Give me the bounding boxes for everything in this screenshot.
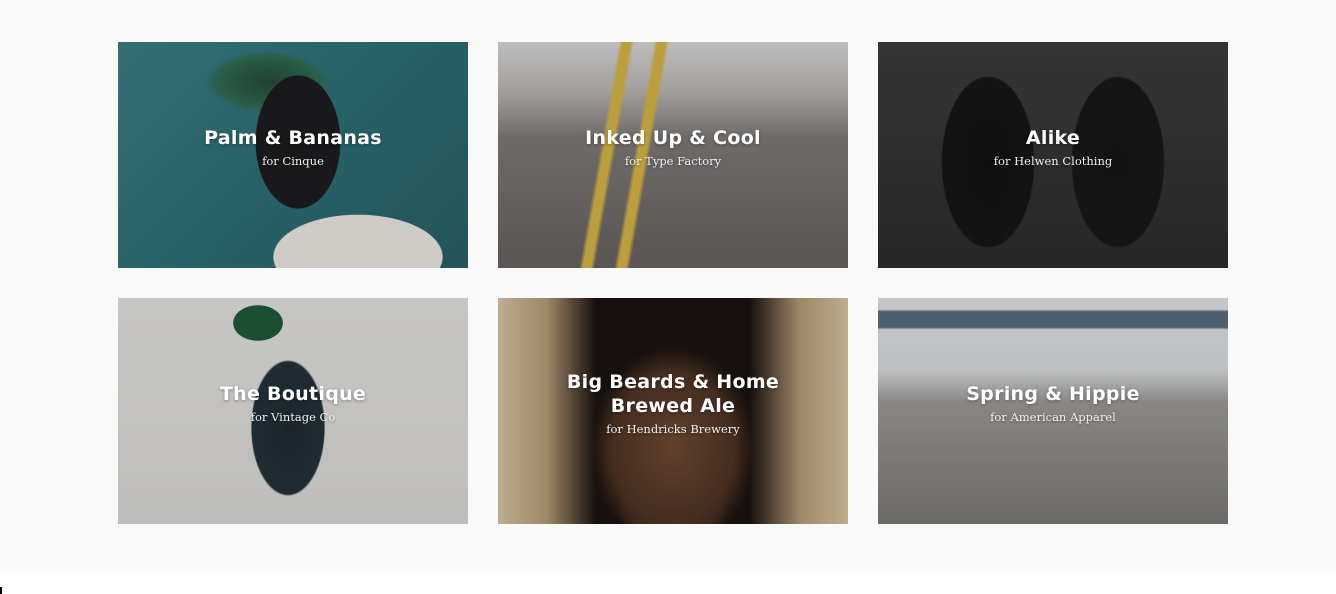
portfolio-title: Alike [1025,127,1081,149]
portfolio-client: for Hendricks Brewery [606,422,740,436]
portfolio-card-alike[interactable]: Alike for Helwen Clothing [878,42,1228,268]
portfolio-title: Spring & Hippie [966,383,1140,405]
portfolio-card-big-beards[interactable]: Big Beards & Home Brewed Ale for Hendric… [498,298,848,524]
portfolio-card-spring-hippie[interactable]: Spring & Hippie for American Apparel [878,298,1228,524]
portfolio-client: for Vintage Co [250,410,336,424]
text-cursor [0,587,2,594]
portfolio-client: for Helwen Clothing [993,154,1113,168]
portfolio-client: for Type Factory [624,154,722,168]
portfolio-grid: Palm & Bananas for Cinque Inked Up & Coo… [118,42,1228,524]
portfolio-title: Big Beards & Home Brewed Ale [566,371,780,417]
portfolio-card-palm-bananas[interactable]: Palm & Bananas for Cinque [118,42,468,268]
portfolio-title: The Boutique [219,383,367,405]
portfolio-card-inked-up-cool[interactable]: Inked Up & Cool for Type Factory [498,42,848,268]
portfolio-section: Palm & Bananas for Cinque Inked Up & Coo… [0,0,1336,573]
portfolio-card-the-boutique[interactable]: The Boutique for Vintage Co [118,298,468,524]
portfolio-client: for Cinque [262,154,324,168]
portfolio-title: Inked Up & Cool [585,127,761,149]
portfolio-title: Palm & Bananas [204,127,382,149]
portfolio-client: for American Apparel [990,410,1116,424]
